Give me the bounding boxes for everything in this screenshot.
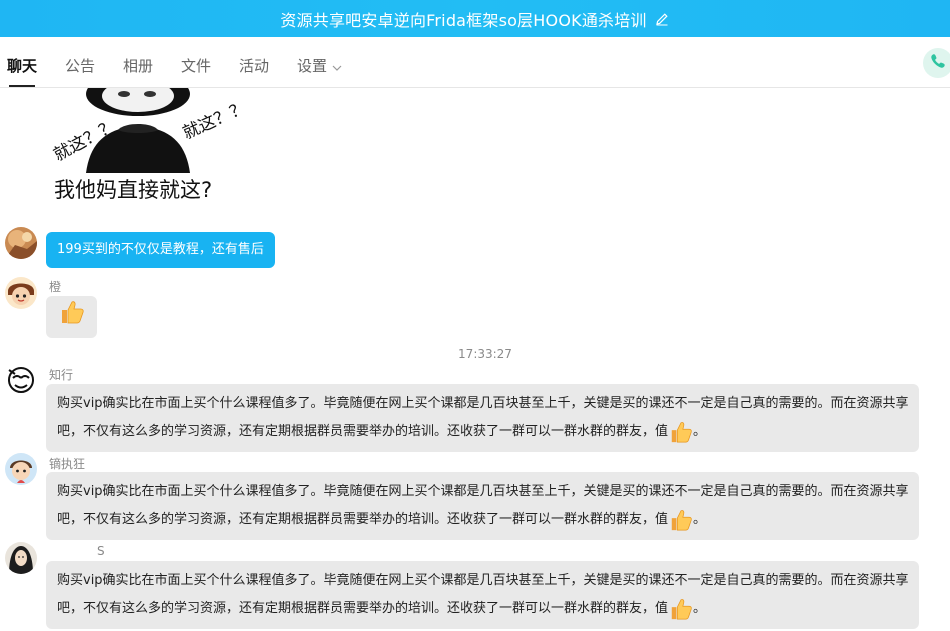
thumbs-up-icon xyxy=(669,420,693,444)
tab-activity[interactable]: 活动 xyxy=(239,37,269,87)
sender-name: 镝执狂 xyxy=(49,457,86,471)
message-tail: 。 xyxy=(693,512,707,527)
phone-icon xyxy=(929,52,947,74)
chat-area[interactable]: 就这？？ 就这？？ 我他妈直接就这? 199买到的不仅仅是教程，还有售后 橙 1… xyxy=(0,88,950,631)
emoji-message[interactable] xyxy=(46,296,97,338)
tab-files[interactable]: 文件 xyxy=(181,37,211,87)
call-button[interactable] xyxy=(923,48,950,78)
edit-icon[interactable] xyxy=(654,11,670,27)
message-line: 吧，不仅有这么多的学习资源，还有定期根据群员需要举办的培训。还收获了一群可以一群… xyxy=(57,506,908,534)
message-bubble[interactable]: 购买vip确实比在市面上买个什么课程值多了。毕竟随便在网上买个课都是几百块甚至上… xyxy=(46,384,919,452)
tab-announcement[interactable]: 公告 xyxy=(65,37,95,87)
tab-settings[interactable]: 设置 xyxy=(297,37,342,87)
message-text: 吧，不仅有这么多的学习资源，还有定期根据群员需要举办的培训。还收获了一群可以一群… xyxy=(57,512,669,527)
message-line: 购买vip确实比在市面上买个什么课程值多了。毕竟随便在网上买个课都是几百块甚至上… xyxy=(57,484,909,499)
tab-bar: 聊天 公告 相册 文件 活动 设置 xyxy=(0,37,950,88)
message-bubble[interactable]: 199买到的不仅仅是教程，还有售后 xyxy=(46,232,275,268)
avatar[interactable] xyxy=(5,542,37,574)
message-line: 购买vip确实比在市面上买个什么课程值多了。毕竟随便在网上买个课都是几百块甚至上… xyxy=(57,396,909,411)
message-bubble[interactable]: 购买vip确实比在市面上买个什么课程值多了。毕竟随便在网上买个课都是几百块甚至上… xyxy=(46,561,919,629)
title-bar: 资源共享吧安卓逆向Frida框架so层HOOK通杀培训 xyxy=(0,0,950,37)
thumbs-up-icon xyxy=(669,597,693,621)
message-line: 购买vip确实比在市面上买个什么课程值多了。毕竟随便在网上买个课都是几百块甚至上… xyxy=(57,573,909,588)
chevron-down-icon xyxy=(332,38,342,96)
message-timestamp: 17:33:27 xyxy=(458,347,512,361)
message-line: 吧，不仅有这么多的学习资源，还有定期根据群员需要举办的培训。还收获了一群可以一群… xyxy=(57,418,908,446)
avatar[interactable] xyxy=(5,453,37,485)
message-text: 吧，不仅有这么多的学习资源，还有定期根据群员需要举办的培训。还收获了一群可以一群… xyxy=(57,601,669,616)
message-line: 吧，不仅有这么多的学习资源，还有定期根据群员需要举办的培训。还收获了一群可以一群… xyxy=(57,595,908,623)
thumbs-up-icon xyxy=(669,508,693,532)
message-tail: 。 xyxy=(693,424,707,439)
avatar[interactable] xyxy=(5,227,37,259)
tab-chat[interactable]: 聊天 xyxy=(7,37,37,87)
sender-name: 知行 xyxy=(49,368,74,382)
avatar[interactable] xyxy=(5,364,37,396)
thumbs-up-icon xyxy=(59,299,85,336)
group-title[interactable]: 资源共享吧安卓逆向Frida框架so层HOOK通杀培训 xyxy=(280,7,646,31)
meme-caption: 我他妈直接就这? xyxy=(54,178,213,202)
tab-album[interactable]: 相册 xyxy=(123,37,153,87)
sender-name: S xyxy=(97,544,105,558)
tab-settings-label: 设置 xyxy=(297,57,328,75)
sender-name: 橙 xyxy=(49,280,62,294)
meme-image[interactable]: 就这？？ 就这？？ 我他妈直接就这? xyxy=(46,88,250,202)
avatar[interactable] xyxy=(5,277,37,309)
message-text: 吧，不仅有这么多的学习资源，还有定期根据群员需要举办的培训。还收获了一群可以一群… xyxy=(57,424,669,439)
message-tail: 。 xyxy=(693,601,707,616)
message-bubble[interactable]: 购买vip确实比在市面上买个什么课程值多了。毕竟随便在网上买个课都是几百块甚至上… xyxy=(46,472,919,540)
